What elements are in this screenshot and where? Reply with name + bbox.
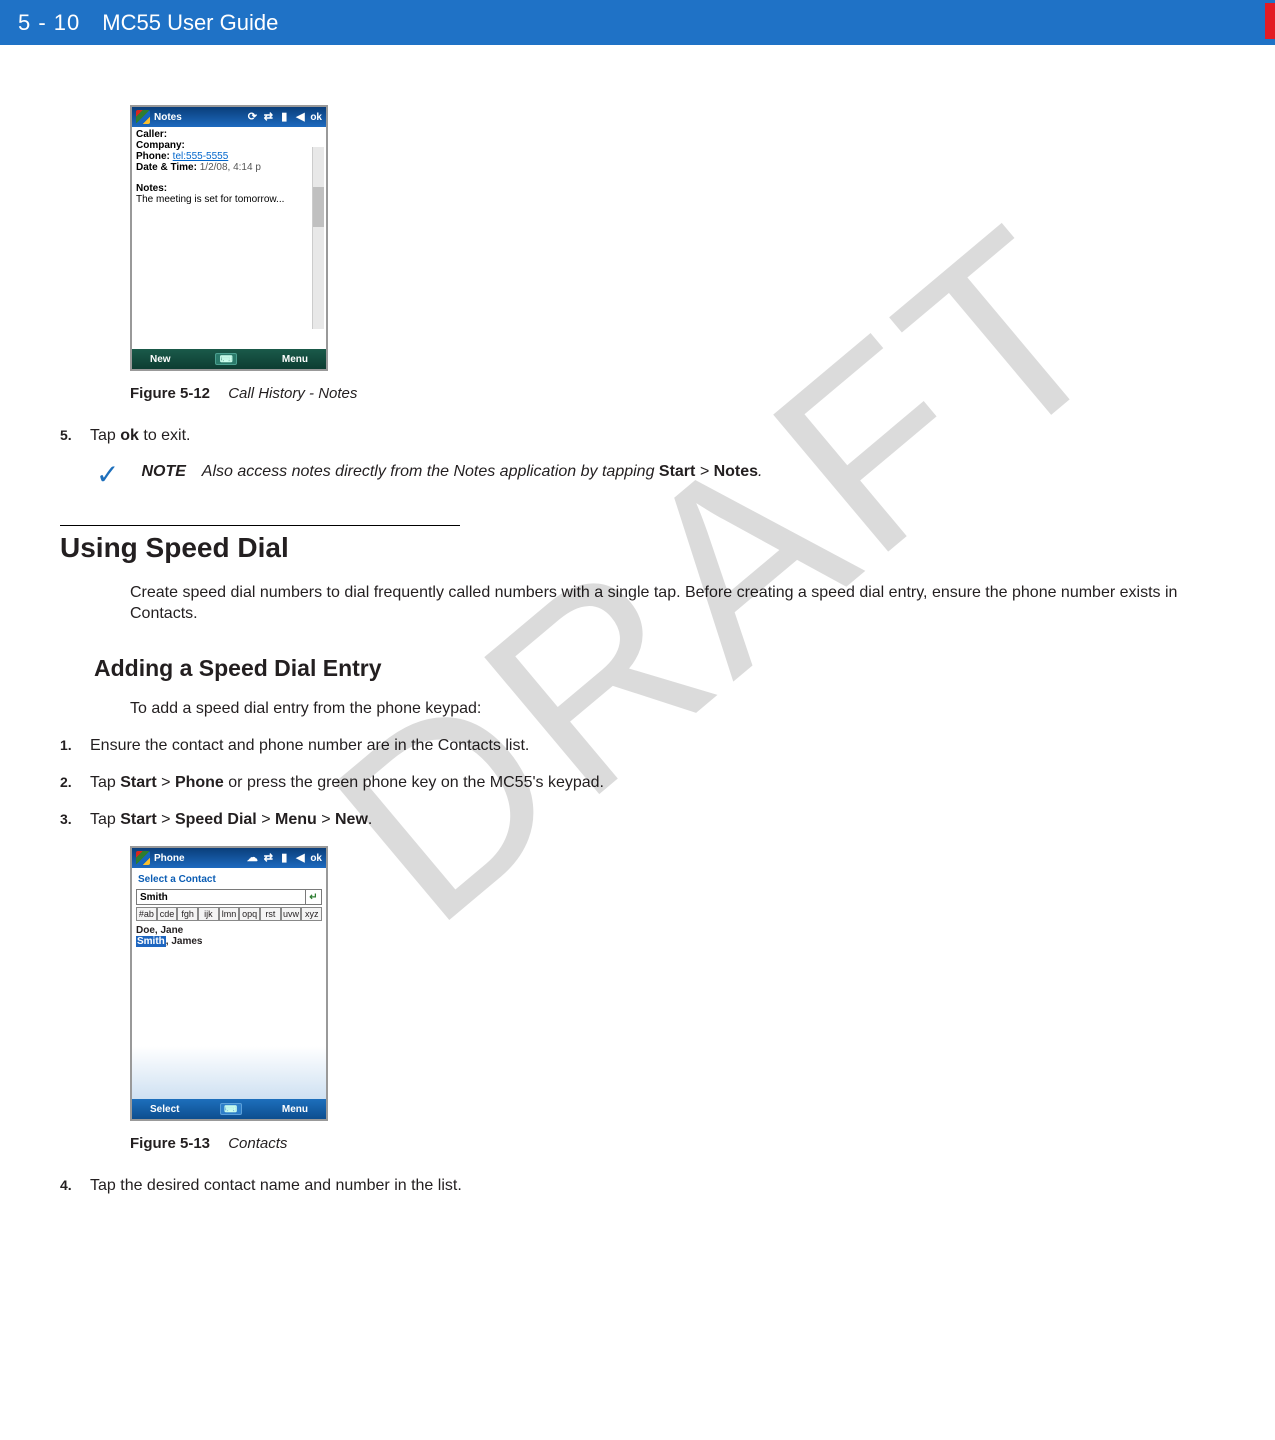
figure-title: Contacts <box>228 1135 287 1152</box>
caller-label: Caller: <box>136 129 167 140</box>
device-body: Caller: Company: Phone: tel:555-5555 Dat… <box>132 127 326 349</box>
alpha-tab: lmn <box>219 907 240 921</box>
start-flag-icon <box>136 851 150 865</box>
contact-row: Doe, Jane <box>136 925 322 936</box>
chat-icon: ☁ <box>246 852 258 864</box>
alpha-tab: fgh <box>177 907 198 921</box>
notes-label: Notes: <box>136 183 167 194</box>
figure-5-13-caption: Figure 5-13 Contacts <box>130 1135 1215 1152</box>
signal-icon: ▮ <box>278 111 290 123</box>
alpha-tab: ijk <box>198 907 219 921</box>
alpha-tab: #ab <box>136 907 157 921</box>
device2-softkey-bar: Select Menu <box>132 1099 326 1119</box>
page-header: 5 - 10 MC55 User Guide <box>0 0 1275 45</box>
scrollbar <box>312 147 324 329</box>
keyboard-icon <box>215 353 237 365</box>
contact-row: Smith, James <box>136 936 322 947</box>
softkey-select: Select <box>150 1104 179 1115</box>
subsection-heading: Adding a Speed Dial Entry <box>94 655 1215 682</box>
volume-icon: ◀ <box>294 111 306 123</box>
contact-list: Doe, Jane Smith, James <box>132 923 326 1099</box>
ok-button: ok <box>310 853 322 864</box>
alpha-tabs: #ab cde fgh ijk lmn opq rst uvw xyz <box>132 907 326 923</box>
checkmark-icon: ✓ <box>96 461 119 489</box>
sync-icon: ⇄ <box>262 852 274 864</box>
datetime-value: 1/2/08, 4:14 p <box>200 162 261 173</box>
device-title: Notes <box>154 112 182 123</box>
section-heading: Using Speed Dial <box>60 532 1215 564</box>
device-notes-screenshot: Notes ⟳ ⇄ ▮ ◀ ok Caller: Company: Phone:… <box>130 105 328 371</box>
device2-titlebar: Phone ☁ ⇄ ▮ ◀ ok <box>132 848 326 868</box>
volume-icon: ◀ <box>294 852 306 864</box>
alpha-tab: rst <box>260 907 281 921</box>
phone-label: Phone: <box>136 151 170 162</box>
step-3: 3. Tap Start > Speed Dial > Menu > New. <box>60 810 1215 831</box>
alpha-tab: cde <box>157 907 178 921</box>
connection-icon: ⇄ <box>262 111 274 123</box>
company-label: Company: <box>136 140 185 151</box>
figure-5-12-caption: Figure 5-12 Call History - Notes <box>130 385 1215 402</box>
softkey-menu: Menu <box>282 354 308 365</box>
signal-icon: ▮ <box>278 852 290 864</box>
subsection-intro: To add a speed dial entry from the phone… <box>130 700 1215 718</box>
start-flag-icon <box>136 110 150 124</box>
datetime-label: Date & Time: <box>136 162 197 173</box>
figure-label: Figure 5-12 <box>130 385 210 402</box>
device-contacts-screenshot: Phone ☁ ⇄ ▮ ◀ ok Select a Contact ↵ #ab … <box>130 846 328 1121</box>
note-label: NOTE <box>141 463 185 480</box>
step-4: 4. Tap the desired contact name and numb… <box>60 1176 1215 1197</box>
note-block: ✓ NOTE Also access notes directly from t… <box>96 463 1215 489</box>
figure-title: Call History - Notes <box>228 385 357 402</box>
ok-button: ok <box>310 112 322 123</box>
softkey-new: New <box>150 354 171 365</box>
step-2: 2. Tap Start > Phone or press the green … <box>60 773 1215 794</box>
device2-title: Phone <box>154 853 185 864</box>
select-contact-label: Select a Contact <box>132 868 326 887</box>
section-rule <box>60 525 460 526</box>
device-titlebar: Notes ⟳ ⇄ ▮ ◀ ok <box>132 107 326 127</box>
alpha-tab: opq <box>239 907 260 921</box>
alpha-tab: xyz <box>301 907 322 921</box>
sync-icon: ⟳ <box>246 111 258 123</box>
clear-search-icon: ↵ <box>306 889 322 905</box>
keyboard-icon <box>220 1103 242 1115</box>
page-number: 5 - 10 <box>18 10 80 36</box>
notes-body: The meeting is set for tomorrow... <box>136 194 322 205</box>
figure-label: Figure 5-13 <box>130 1135 210 1152</box>
section-paragraph: Create speed dial numbers to dial freque… <box>130 582 1190 625</box>
step-5: 5. Tap ok to exit. <box>60 426 1215 447</box>
phone-link: tel:555-5555 <box>173 151 229 162</box>
step-1: 1. Ensure the contact and phone number a… <box>60 736 1215 757</box>
softkey-menu: Menu <box>282 1104 308 1115</box>
contact-search-input <box>136 889 306 905</box>
red-margin-tab <box>1265 3 1275 39</box>
alpha-tab: uvw <box>281 907 302 921</box>
guide-title: MC55 User Guide <box>102 10 278 36</box>
device-softkey-bar: New Menu <box>132 349 326 369</box>
